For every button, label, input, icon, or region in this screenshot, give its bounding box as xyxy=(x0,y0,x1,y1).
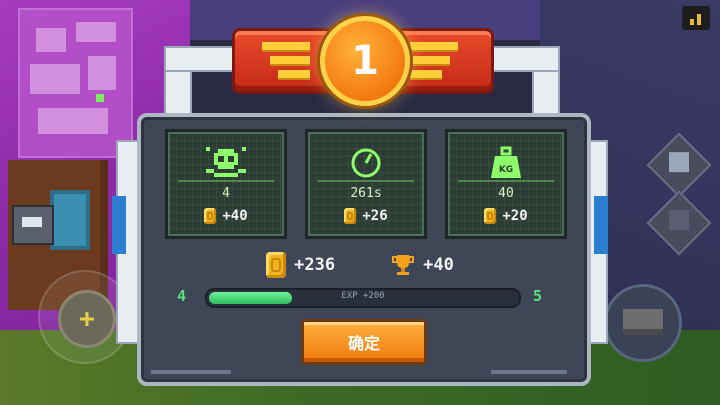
time-reward: +26 xyxy=(308,208,424,224)
signal-bars-icon[interactable] xyxy=(682,6,710,30)
stat-card-weight: KG 40 +20 xyxy=(445,129,567,239)
left-wing-icon xyxy=(262,42,310,50)
coin-icon xyxy=(484,208,497,224)
robot-character xyxy=(12,205,54,245)
time-reward-text: +26 xyxy=(362,208,388,224)
confirm-button[interactable]: 确定 xyxy=(301,319,427,365)
exp-text: EXP +200 xyxy=(341,291,385,301)
coin-icon xyxy=(204,208,217,224)
total-trophies-text: +40 xyxy=(423,255,454,275)
kg-weight-icon: KG xyxy=(448,146,564,180)
crate-icon xyxy=(623,309,663,335)
level-row: 4 EXP +200 5 xyxy=(141,285,579,309)
clock-icon xyxy=(308,146,424,180)
exp-bar: EXP +200 xyxy=(205,288,521,308)
frame-blue-clamp-right xyxy=(594,196,608,254)
total-coins-text: +236 xyxy=(294,255,336,275)
kills-value: 4 xyxy=(222,186,230,201)
time-value: 261s xyxy=(350,186,382,201)
results-panel: 4 +40 261s +26 KG 40 +20 +236 +40 4 EXP … xyxy=(137,113,591,386)
trophy-icon xyxy=(391,253,415,277)
weight-reward-text: +20 xyxy=(502,208,528,224)
joystick-knob-plus-icon[interactable]: + xyxy=(58,290,116,348)
weight-value: 40 xyxy=(498,186,514,201)
minimap xyxy=(18,8,133,158)
right-wing-stripe-2 xyxy=(410,70,442,78)
kills-reward: +40 xyxy=(168,208,284,224)
left-wing-stripe xyxy=(270,56,310,64)
total-coins: +236 xyxy=(266,252,335,278)
total-trophies: +40 xyxy=(391,253,454,277)
left-wing-stripe-2 xyxy=(278,70,310,78)
totals-row: +236 +40 xyxy=(141,250,579,280)
frame-blue-clamp-left xyxy=(112,196,126,254)
right-wing-icon xyxy=(410,42,458,50)
weight-reward: +20 xyxy=(448,208,564,224)
kg-label: KG xyxy=(499,165,513,175)
stat-cards: 4 +40 261s +26 KG 40 +20 xyxy=(165,129,567,239)
kills-reward-text: +40 xyxy=(222,208,248,224)
crate-action-button[interactable] xyxy=(604,284,682,362)
current-level: 4 xyxy=(177,287,187,305)
rank-number: 1 xyxy=(320,16,410,106)
right-wing-stripe xyxy=(410,56,450,64)
skull-icon xyxy=(168,146,284,180)
coin-icon xyxy=(266,252,287,278)
panel-footer-bar-left xyxy=(151,370,231,374)
panel-footer-bar-right xyxy=(491,370,567,374)
coin-icon xyxy=(344,208,357,224)
stat-card-kills: 4 +40 xyxy=(165,129,287,239)
next-level: 5 xyxy=(533,287,543,305)
player-marker-icon xyxy=(96,94,104,102)
stat-card-time: 261s +26 xyxy=(305,129,427,239)
